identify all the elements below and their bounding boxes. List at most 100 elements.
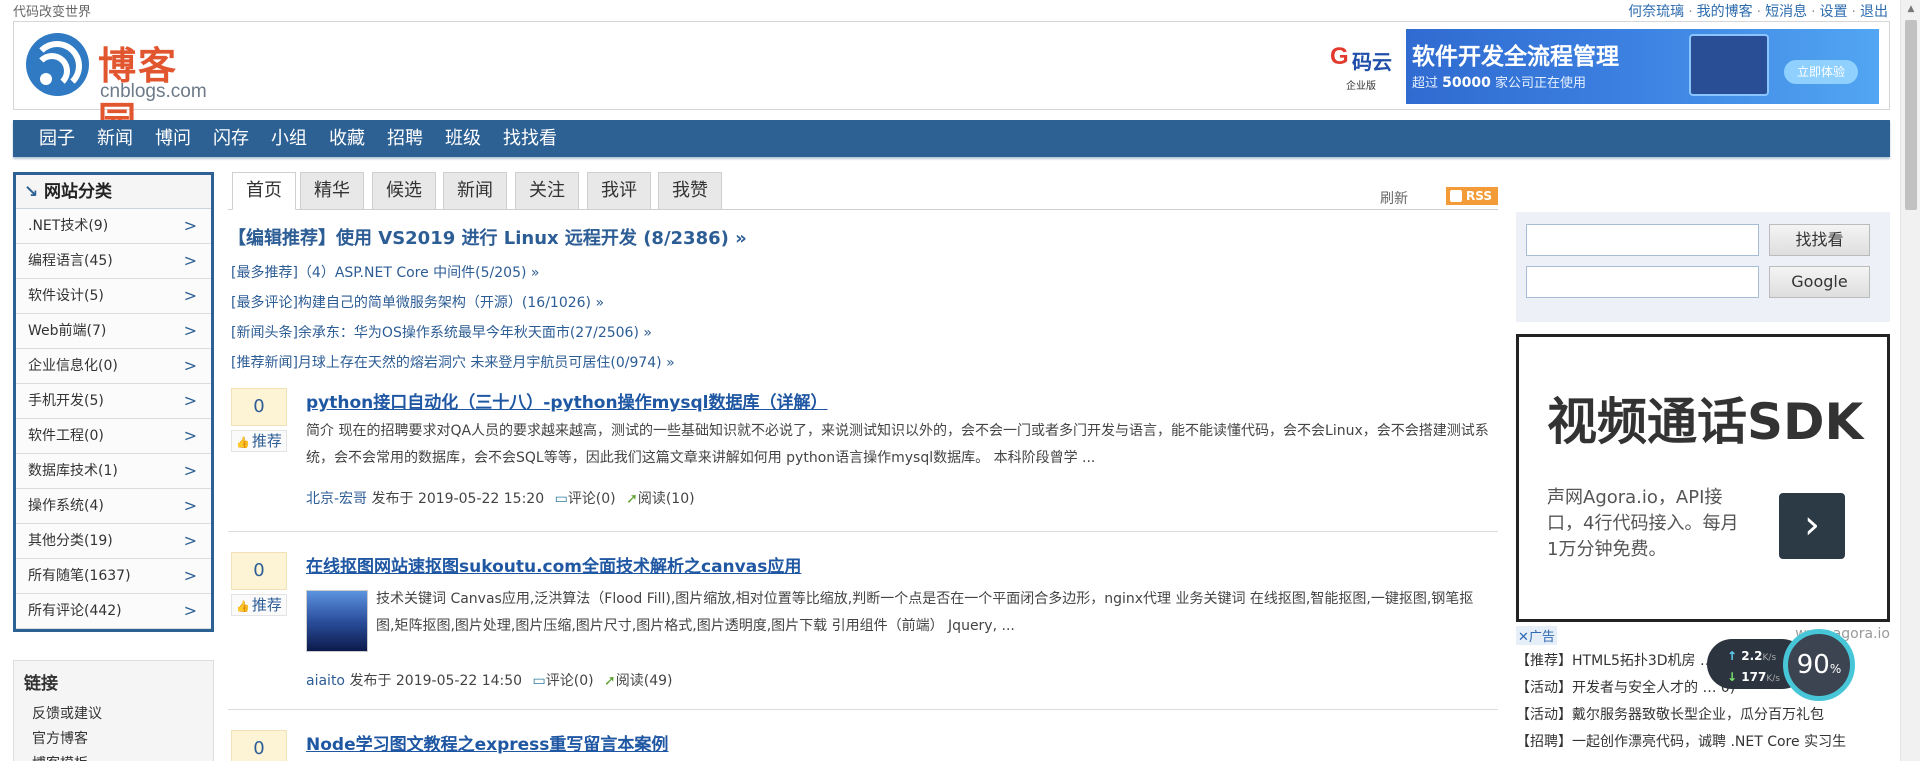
site-search-input[interactable] xyxy=(1526,224,1759,256)
ad-description: 声网Agora.io，API接口，4行代码接入。每月1万分钟免费。 xyxy=(1547,487,1739,560)
banner-cta-button[interactable]: 立即体验 xyxy=(1784,60,1858,84)
category-item[interactable]: 软件设计(5) > xyxy=(16,279,211,314)
headline-item[interactable]: [最多推荐]（4）ASP.NET Core 中间件(5/205) » xyxy=(228,258,1498,288)
vote-box: 0 xyxy=(231,730,287,761)
search-box: 找找看 Google xyxy=(1516,212,1890,322)
upload-arrow-icon: ↑ xyxy=(1727,649,1738,663)
post-reads[interactable]: 阅读(49) xyxy=(616,673,673,689)
rss-button[interactable]: RSS xyxy=(1446,187,1498,205)
ad-headline: 视频通话SDK xyxy=(1547,393,1864,451)
tab-home[interactable]: 首页 xyxy=(232,172,296,210)
category-box: ↘ 网站分类 .NET技术(9) > 编程语言(45) > 软件设计(5) > Web前… xyxy=(13,172,214,632)
site-logo[interactable]: 博客园 cnblogs.com xyxy=(26,33,207,143)
category-item[interactable]: 手机开发(5) > xyxy=(16,384,211,419)
settings-link[interactable]: 设置 xyxy=(1820,4,1848,20)
nav-item-garden[interactable]: 园子 xyxy=(31,120,83,157)
post-title[interactable]: python接口自动化（三十八）-python操作mysql数据库（详解） xyxy=(306,388,828,413)
vote-count: 0 xyxy=(231,388,287,426)
category-item[interactable]: 软件工程(0) > xyxy=(16,419,211,454)
headline-item[interactable]: [推荐新闻]月球上存在天然的熔岩洞穴 未来登月宇航员可居住(0/974) » xyxy=(228,348,1498,378)
post-meta: aiaito 发布于 2019-05-22 14:50 ▭评论(0) ➚阅读(4… xyxy=(306,670,673,690)
comment-icon: ▭ xyxy=(554,491,568,507)
ad-close-button[interactable]: ✕广告 xyxy=(1516,626,1557,645)
tab-following[interactable]: 关注 xyxy=(515,172,579,210)
category-item[interactable]: 所有评论(442) > xyxy=(16,594,211,629)
feedback-link[interactable]: 反馈或建议 xyxy=(24,702,203,727)
tab-featured[interactable]: 精华 xyxy=(300,172,364,210)
left-sidebar: ↘ 网站分类 .NET技术(9) > 编程语言(45) > 软件设计(5) > Web前… xyxy=(13,172,214,761)
category-item[interactable]: 编程语言(45) > xyxy=(16,244,211,279)
post-author[interactable]: 北京-宏哥 xyxy=(306,491,367,507)
headline-list: [最多推荐]（4）ASP.NET Core 中间件(5/205) » [最多评论… xyxy=(228,258,1498,378)
chevron-right-icon[interactable]: › xyxy=(1779,493,1845,559)
news-item[interactable]: 【招聘】一起创作漂亮代码，诚聘 .NET Core 实习生 xyxy=(1516,729,1890,756)
scrollbar-thumb[interactable] xyxy=(1905,20,1917,210)
vote-box: 0 推荐 xyxy=(231,552,287,616)
post-author[interactable]: aiaito xyxy=(306,673,345,689)
blog-template-link[interactable]: 博客模板 xyxy=(24,752,203,761)
nav-item-jobs[interactable]: 招聘 xyxy=(379,120,431,157)
recommend-button[interactable]: 推荐 xyxy=(231,430,287,452)
nav-item-groups[interactable]: 小组 xyxy=(263,120,315,157)
page-scrollbar[interactable]: ▲ xyxy=(1900,0,1920,761)
category-header: ↘ 网站分类 xyxy=(16,175,211,209)
category-item[interactable]: Web前端(7) > xyxy=(16,314,211,349)
category-item[interactable]: 操作系统(4) > xyxy=(16,489,211,524)
nav-item-news[interactable]: 新闻 xyxy=(89,120,141,157)
google-search-input[interactable] xyxy=(1526,266,1759,298)
nav-item-flash[interactable]: 闪存 xyxy=(205,120,257,157)
headline-item[interactable]: [新闻头条]余承东：华为OS操作系统最早今年秋天面市(27/2506) » xyxy=(228,318,1498,348)
banner-illustration xyxy=(1689,34,1769,96)
header-ad-banner[interactable]: G 码云 企业版 软件开发全流程管理 超过 50000 家公司正在使用 立即体验 xyxy=(1294,29,1879,104)
editor-pick-link[interactable]: 【编辑推荐】使用 VS2019 进行 Linux 远程开发 (8/2386) » xyxy=(228,224,1498,250)
post-title[interactable]: Node学习图文教程之express重写留言本案例 xyxy=(306,730,668,755)
vote-count: 0 xyxy=(231,730,287,761)
post-summary: 技术关键词 Canvas应用,泛洪算法（Flood Fill),图片缩放,相对位… xyxy=(376,591,1474,634)
scroll-up-icon[interactable]: ▲ xyxy=(1901,0,1920,18)
banner-subtitle: 超过 50000 家公司正在使用 xyxy=(1412,75,1587,91)
logout-link[interactable]: 退出 xyxy=(1860,4,1888,20)
network-speed-widget[interactable]: ↑ 2.2K/s ↓ 177K/s 90% xyxy=(1707,629,1855,709)
post-date: 发布于 2019-05-22 15:20 xyxy=(371,491,545,507)
top-bar: 代码改变世界 何奈琉璃 · 我的博客 · 短消息 · 设置 · 退出 xyxy=(0,0,1900,20)
rss-logo-icon xyxy=(26,33,89,96)
category-item[interactable]: 数据库技术(1) > xyxy=(16,454,211,489)
post-thumbnail-image[interactable] xyxy=(306,590,368,652)
official-blog-link[interactable]: 官方博客 xyxy=(24,727,203,752)
tab-my-likes[interactable]: 我赞 xyxy=(658,172,722,210)
post-reads[interactable]: 阅读(10) xyxy=(638,491,695,507)
post-item: 0 推荐 在线抠图网站速抠图sukoutu.com全面技术解析之canvas应用… xyxy=(228,532,1498,710)
recommend-button[interactable]: 推荐 xyxy=(231,594,287,616)
chevron-right-icon: > xyxy=(183,251,197,270)
tab-news[interactable]: 新闻 xyxy=(443,172,507,210)
nav-item-questions[interactable]: 博问 xyxy=(147,120,199,157)
category-item[interactable]: 所有随笔(1637) > xyxy=(16,559,211,594)
chevron-right-icon: > xyxy=(183,601,197,620)
my-blog-link[interactable]: 我的博客 xyxy=(1697,4,1753,20)
google-search-button[interactable]: Google xyxy=(1769,266,1870,298)
category-item[interactable]: .NET技术(9) > xyxy=(16,209,211,244)
tab-candidates[interactable]: 候选 xyxy=(372,172,436,210)
nav-item-favorites[interactable]: 收藏 xyxy=(321,120,373,157)
gitee-logo-icon: G xyxy=(1330,43,1349,70)
banner-brand-name: 码云 xyxy=(1352,50,1392,74)
chevron-right-icon: > xyxy=(183,216,197,235)
nav-item-classes[interactable]: 班级 xyxy=(437,120,489,157)
tab-my-comments[interactable]: 我评 xyxy=(587,172,651,210)
site-search-button[interactable]: 找找看 xyxy=(1769,224,1870,256)
category-item[interactable]: 其他分类(19) > xyxy=(16,524,211,559)
refresh-link[interactable]: 刷新 xyxy=(1380,188,1408,208)
messages-link[interactable]: 短消息 xyxy=(1765,4,1807,20)
post-comments[interactable]: 评论(0) xyxy=(568,491,616,507)
chevron-right-icon: > xyxy=(183,566,197,585)
download-arrow-icon: ↓ xyxy=(1727,670,1738,684)
headline-item[interactable]: [最多评论]构建自己的简单微服务架构（开源）(16/1026) » xyxy=(228,288,1498,318)
post-title[interactable]: 在线抠图网站速抠图sukoutu.com全面技术解析之canvas应用 xyxy=(306,552,801,577)
post-comments[interactable]: 评论(0) xyxy=(546,673,594,689)
username-link[interactable]: 何奈琉璃 xyxy=(1628,4,1684,20)
chevron-right-icon: > xyxy=(183,356,197,375)
sidebar-ad[interactable]: 视频通话SDK 声网Agora.io，API接口，4行代码接入。每月1万分钟免费… xyxy=(1516,334,1890,622)
links-box: 链接 反馈或建议 官方博客 博客模板 xyxy=(13,660,214,761)
category-item[interactable]: 企业信息化(0) > xyxy=(16,349,211,384)
nav-item-search[interactable]: 找找看 xyxy=(495,120,565,157)
